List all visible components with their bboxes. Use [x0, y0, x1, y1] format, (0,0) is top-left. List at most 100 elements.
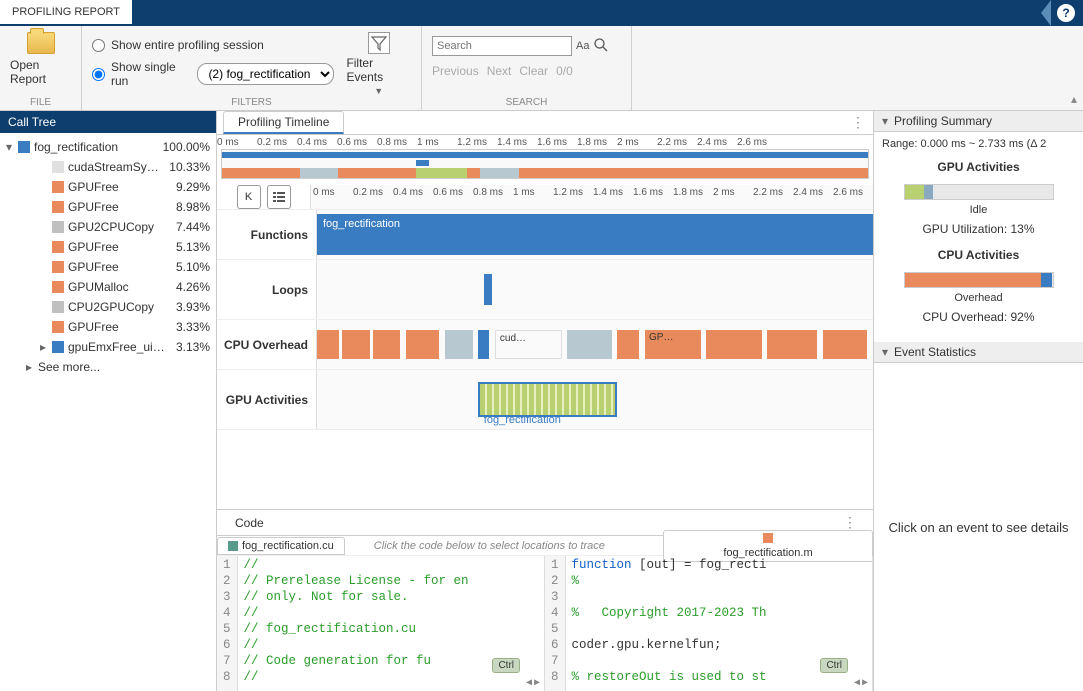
funnel-icon: [368, 32, 390, 54]
show-entire-input[interactable]: [92, 39, 105, 52]
tree-item-pct: 5.10%: [176, 260, 210, 274]
gpu-kernel-label: fog_rectification: [484, 414, 561, 426]
filter-events-button[interactable]: Filter Events ▼: [346, 32, 411, 96]
track-functions[interactable]: fog_rectification: [317, 210, 873, 259]
toolbar: Open Report FILE Show entire profiling s…: [0, 26, 1083, 111]
tree-item-name: GPUFree: [68, 180, 168, 194]
timeline-menu-icon[interactable]: ⋮: [851, 114, 865, 131]
timeline-ruler-main: 0 ms0.2 ms0.4 ms0.6 ms0.8 ms1 ms1.2 ms1.…: [311, 185, 873, 199]
timeline-ruler-overview: 0 ms0.2 ms0.4 ms0.6 ms0.8 ms1 ms1.2 ms1.…: [217, 135, 873, 149]
help-icon[interactable]: ?: [1057, 4, 1075, 22]
call-tree-panel: Call Tree ▾fog_rectification100.00%cudaS…: [0, 111, 217, 691]
track-cpu-overhead[interactable]: cud… GP…: [317, 320, 873, 369]
color-swatch-icon: [52, 241, 64, 253]
m-color-icon: [763, 533, 773, 543]
cpu-activities-title: CPU Activities: [882, 248, 1075, 262]
match-case-toggle[interactable]: Aa: [576, 40, 589, 52]
tree-item-name: GPU2CPUCopy: [68, 220, 168, 234]
profiling-summary-header[interactable]: ▾ Profiling Summary: [874, 111, 1083, 132]
code-left[interactable]: 12345678 //// Prerelease License - for e…: [217, 556, 545, 691]
code-right[interactable]: 12345678 function [out] = fog_recti%% Co…: [545, 556, 873, 691]
tree-row[interactable]: GPUMalloc4.26%: [0, 277, 216, 297]
code-tab-cu[interactable]: fog_rectification.cu: [217, 537, 345, 555]
call-tree-list[interactable]: ▾fog_rectification100.00%cudaStreamSy…10…: [0, 133, 216, 691]
tree-item-pct: 3.93%: [176, 300, 210, 314]
chevron-down-icon: ▼: [374, 86, 383, 96]
expand-icon: ▸: [38, 340, 48, 354]
bar-function[interactable]: fog_rectification: [317, 214, 873, 255]
search-icon[interactable]: [593, 37, 609, 56]
profiling-summary-label: Profiling Summary: [894, 114, 992, 128]
bar-gpufree[interactable]: GP…: [645, 330, 701, 359]
gpu-activities-title: GPU Activities: [882, 160, 1075, 174]
event-statistics-header[interactable]: ▾ Event Statistics: [874, 342, 1083, 363]
tree-item-pct: 7.44%: [176, 220, 210, 234]
filter-events-label: Filter Events: [346, 56, 411, 84]
right-panel: ▾ Profiling Summary Range: 0.000 ms ~ 2.…: [873, 111, 1083, 691]
titlebar: PROFILING REPORT ?: [0, 0, 1083, 26]
gpu-idle-label: Idle: [882, 204, 1075, 216]
event-stats-hint: Click on an event to see details: [889, 520, 1069, 535]
search-input[interactable]: [432, 36, 572, 56]
timeline-list-button[interactable]: [267, 185, 291, 209]
bar-loop[interactable]: [484, 274, 492, 305]
show-single-input[interactable]: [92, 68, 105, 81]
event-stats-body: Click on an event to see details: [874, 363, 1083, 691]
tree-item-pct: 9.29%: [176, 180, 210, 194]
tree-item-pct: 3.13%: [176, 340, 210, 354]
search-prev-button[interactable]: Previous: [432, 64, 479, 78]
gpu-activity-bar: [904, 184, 1054, 200]
cpu-activity-bar: [904, 272, 1054, 288]
tree-row[interactable]: GPUFree 9.29%: [0, 177, 216, 197]
tree-row[interactable]: GPUFree 5.10%: [0, 257, 216, 277]
file-group-label: FILE: [30, 97, 51, 110]
color-swatch-icon: [52, 221, 64, 233]
tab-profiling-timeline[interactable]: Profiling Timeline: [223, 111, 344, 134]
code-tab-cu-label: fog_rectification.cu: [242, 540, 334, 552]
title-tab[interactable]: PROFILING REPORT: [0, 0, 132, 26]
tree-item-pct: 3.33%: [176, 320, 210, 334]
tree-row[interactable]: GPUFree 3.33%: [0, 317, 216, 337]
code-panel: Code ⋮ fog_rectification.cu Click the co…: [217, 509, 873, 691]
summary-range: Range: 0.000 ms ~ 2.733 ms (Δ 2: [882, 138, 1075, 150]
color-swatch-icon: [52, 161, 64, 173]
see-more-button[interactable]: ▸See more...: [0, 357, 216, 377]
collapse-toolbar-icon[interactable]: ▴: [1071, 92, 1077, 106]
track-gpu-activities[interactable]: fog_rectification: [317, 370, 873, 429]
tree-item-pct: 10.33%: [169, 160, 210, 174]
tree-row[interactable]: cudaStreamSy…10.33%: [0, 157, 216, 177]
bar-cudastream[interactable]: cud…: [495, 330, 562, 359]
run-select[interactable]: (2) fog_rectification: [197, 63, 334, 85]
tree-row[interactable]: CPU2GPUCopy3.93%: [0, 297, 216, 317]
search-group-label: SEARCH: [506, 97, 548, 110]
color-swatch-icon: [52, 301, 64, 313]
color-swatch-icon: [52, 261, 64, 273]
show-single-radio[interactable]: Show single run (2) fog_rectification: [92, 60, 334, 88]
timeline-area[interactable]: 0 ms0.2 ms0.4 ms0.6 ms0.8 ms1 ms1.2 ms1.…: [217, 135, 873, 509]
search-clear-button[interactable]: Clear: [519, 64, 548, 78]
main-area: Call Tree ▾fog_rectification100.00%cudaS…: [0, 111, 1083, 691]
bar-gpu-kernel[interactable]: [478, 382, 617, 417]
tree-item-name: GPUFree: [68, 260, 168, 274]
tree-row[interactable]: GPUFree5.13%: [0, 237, 216, 257]
track-loops[interactable]: [317, 260, 873, 319]
show-entire-radio[interactable]: Show entire profiling session: [92, 38, 334, 52]
chevron-down-icon: ▾: [880, 345, 890, 359]
color-swatch-icon: [52, 321, 64, 333]
tree-row[interactable]: ▾fog_rectification100.00%: [0, 137, 216, 157]
open-report-button[interactable]: Open Report: [10, 32, 71, 86]
filters-group-label: FILTERS: [231, 97, 271, 110]
timeline-k-button[interactable]: K: [237, 185, 261, 209]
tree-item-name: GPUFree: [68, 320, 168, 334]
search-next-button[interactable]: Next: [487, 64, 512, 78]
tree-row[interactable]: GPU2CPUCopy 7.44%: [0, 217, 216, 237]
search-count: 0/0: [556, 64, 573, 78]
timeline-overview[interactable]: [221, 149, 869, 179]
code-menu-icon[interactable]: ⋮: [843, 514, 857, 531]
tree-item-pct: 5.13%: [176, 240, 210, 254]
tree-item-name: gpuEmxFree_ui…: [68, 340, 168, 354]
tree-row[interactable]: GPUFree8.98%: [0, 197, 216, 217]
tree-row[interactable]: ▸ gpuEmxFree_ui… 3.13%: [0, 337, 216, 357]
row-label-loops: Loops: [217, 260, 317, 319]
open-report-label: Open Report: [10, 58, 71, 86]
